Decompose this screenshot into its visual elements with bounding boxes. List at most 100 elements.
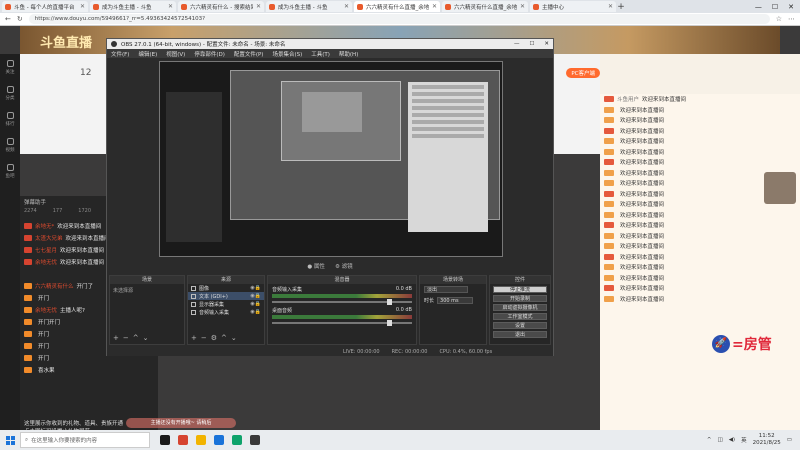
sidebar-item[interactable]: 鱼吧: [0, 158, 20, 184]
sidebar-item[interactable]: 排行: [0, 106, 20, 132]
obs-menu-item[interactable]: 帮助(H): [339, 50, 358, 58]
level-badge-icon: [24, 247, 32, 253]
obs-menu-item[interactable]: 编辑(E): [138, 50, 157, 58]
tray-up-icon[interactable]: ^: [707, 437, 712, 443]
taskbar-app-icon[interactable]: [160, 435, 170, 445]
level-badge-icon: [604, 201, 614, 208]
tab-label: 六六精灵有什么直播_余地无...: [454, 4, 517, 11]
properties-button[interactable]: ● 属性: [307, 262, 325, 270]
pc-client-button[interactable]: PC客户端: [566, 68, 600, 78]
chat-username[interactable]: 六六精灵有什么: [35, 282, 74, 290]
refresh-icon[interactable]: ↻: [17, 15, 23, 23]
sidebar-item[interactable]: 视频: [0, 132, 20, 158]
obs-menu-item[interactable]: 文件(F): [111, 50, 129, 58]
chat-username[interactable]: 太渣大兄弟: [35, 234, 63, 242]
visibility-eye-icon[interactable]: ◉🔒: [250, 301, 261, 307]
chat-username[interactable]: 七七星月: [35, 246, 57, 254]
tab-close-icon[interactable]: ✕: [168, 3, 173, 10]
obs-preview[interactable]: [159, 61, 503, 257]
visibility-eye-icon[interactable]: ◉🔒: [250, 285, 261, 291]
source-controls[interactable]: +−⚙^⌄: [191, 334, 241, 342]
tab-close-icon[interactable]: ✕: [520, 3, 525, 10]
obs-menu-item[interactable]: 场景集合(S): [272, 50, 302, 58]
chat-username[interactable]: 余地无忧: [35, 258, 57, 266]
minimize-button[interactable]: —: [755, 3, 762, 11]
obs-menu-item[interactable]: 停靠部件(D): [194, 50, 225, 58]
avatar[interactable]: [764, 172, 796, 204]
back-icon[interactable]: ←: [5, 15, 11, 23]
right-barrage-panel: 斗鱼用户 欢迎来到本直播间 欢迎来到本直播间 欢迎来到本直播间 欢迎来到本直播间 欢迎来到…: [600, 54, 800, 430]
slider-knob[interactable]: [387, 320, 392, 326]
chat-username[interactable]: 余地无忧: [35, 306, 57, 314]
volume-icon[interactable]: ◀): [729, 437, 735, 443]
barrage-text: 欢迎来到本直播间: [620, 181, 665, 188]
notification-icon[interactable]: ▭: [787, 437, 792, 443]
control-button[interactable]: 开始录制: [493, 295, 547, 302]
obs-minimize-button[interactable]: —: [514, 41, 520, 47]
maximize-button[interactable]: ☐: [772, 3, 778, 11]
taskbar-search[interactable]: ⌕ 在这里输入你要搜索的内容: [20, 432, 150, 448]
favorites-icon[interactable]: ☆: [776, 15, 782, 23]
level-badge-icon: [604, 243, 614, 250]
volume-slider[interactable]: [272, 299, 412, 305]
sidebar-item[interactable]: 关注: [0, 54, 20, 80]
tab-close-icon[interactable]: ✕: [80, 3, 85, 10]
barrage-text: 欢迎来到本直播间: [620, 149, 665, 156]
obs-close-button[interactable]: ✕: [544, 41, 549, 47]
site-logo[interactable]: 斗鱼直播: [40, 32, 92, 51]
taskbar-app-icon[interactable]: [178, 435, 188, 445]
volume-slider[interactable]: [272, 320, 412, 326]
browser-tab[interactable]: 斗鱼 - 每个人的直播平台 ✕: [2, 1, 88, 12]
sidebar-item[interactable]: 分类: [0, 80, 20, 106]
taskbar-app-icon[interactable]: [250, 435, 260, 445]
more-icon[interactable]: ⋯: [788, 15, 795, 23]
start-button[interactable]: [0, 435, 20, 445]
channel-name: 音频输入采集: [272, 287, 303, 293]
source-item[interactable]: 音频输入采集 ◉🔒: [188, 308, 264, 316]
clock[interactable]: 11:52 2021/8/25: [753, 433, 781, 447]
taskbar-app-icon[interactable]: [214, 435, 224, 445]
ime-indicator[interactable]: 英: [741, 436, 747, 444]
tab-close-icon[interactable]: ✕: [608, 3, 613, 10]
obs-menu-item[interactable]: 视图(V): [166, 50, 185, 58]
browser-tab[interactable]: 成为斗鱼主播 - 斗鱼 ✕: [266, 1, 352, 12]
browser-tab[interactable]: 成为斗鱼主播 - 斗鱼 ✕: [90, 1, 176, 12]
slider-knob[interactable]: [387, 299, 392, 305]
close-button[interactable]: ✕: [788, 3, 794, 11]
browser-tab[interactable]: 六六精灵有什么 - 搜索结果 - 斗鱼✕: [178, 1, 264, 12]
control-button[interactable]: 设置: [493, 322, 547, 329]
obs-menu-item[interactable]: 配置文件(P): [234, 50, 264, 58]
taskbar-app-icon[interactable]: [196, 435, 206, 445]
visibility-eye-icon[interactable]: ◉🔒: [250, 309, 261, 315]
visibility-eye-icon[interactable]: ◉🔒: [250, 293, 261, 299]
source-item[interactable]: 文本 (GDI+) ◉🔒: [188, 292, 264, 300]
url-input[interactable]: https://www.douyu.com/5949661?_rr=5.4936…: [28, 14, 770, 24]
taskbar-app-icon[interactable]: [232, 435, 242, 445]
barrage-username[interactable]: 斗鱼用户: [617, 95, 639, 103]
source-item[interactable]: 显示器采集 ◉🔒: [188, 300, 264, 308]
no-source-label: 未选择源: [113, 288, 134, 294]
obs-menu-item[interactable]: 工具(T): [311, 50, 330, 58]
obs-maximize-button[interactable]: ☐: [529, 41, 534, 47]
control-button[interactable]: 退出: [493, 331, 547, 338]
filters-button[interactable]: ⚙ 滤镜: [335, 262, 353, 270]
browser-tab[interactable]: 六六精灵有什么直播_余地无...✕: [442, 1, 528, 12]
tab-close-icon[interactable]: ✕: [432, 3, 437, 10]
new-tab-button[interactable]: +: [616, 2, 626, 12]
scene-controls[interactable]: +−^⌄: [113, 334, 152, 342]
tab-close-icon[interactable]: ✕: [256, 3, 261, 10]
control-button[interactable]: 停止推流: [493, 286, 547, 293]
duration-input[interactable]: 300 ms: [437, 297, 474, 304]
network-icon[interactable]: ◫: [717, 437, 722, 443]
level-badge-icon: [24, 355, 32, 361]
transition-select[interactable]: 淡出: [424, 286, 468, 293]
control-button[interactable]: 工作室模式: [493, 313, 547, 320]
chat-text: 开门: [38, 356, 50, 362]
browser-tab[interactable]: 六六精灵有什么直播_余地无...✕: [354, 1, 440, 12]
sidebar-item-label: 排行: [5, 121, 15, 127]
tab-close-icon[interactable]: ✕: [344, 3, 349, 10]
source-item[interactable]: 图像 ◉🔒: [188, 284, 264, 292]
control-button[interactable]: 启动虚拟摄像机: [493, 304, 547, 311]
chat-username[interactable]: 余地无*: [35, 222, 54, 230]
browser-tab[interactable]: 主播中心 ✕: [530, 1, 616, 12]
